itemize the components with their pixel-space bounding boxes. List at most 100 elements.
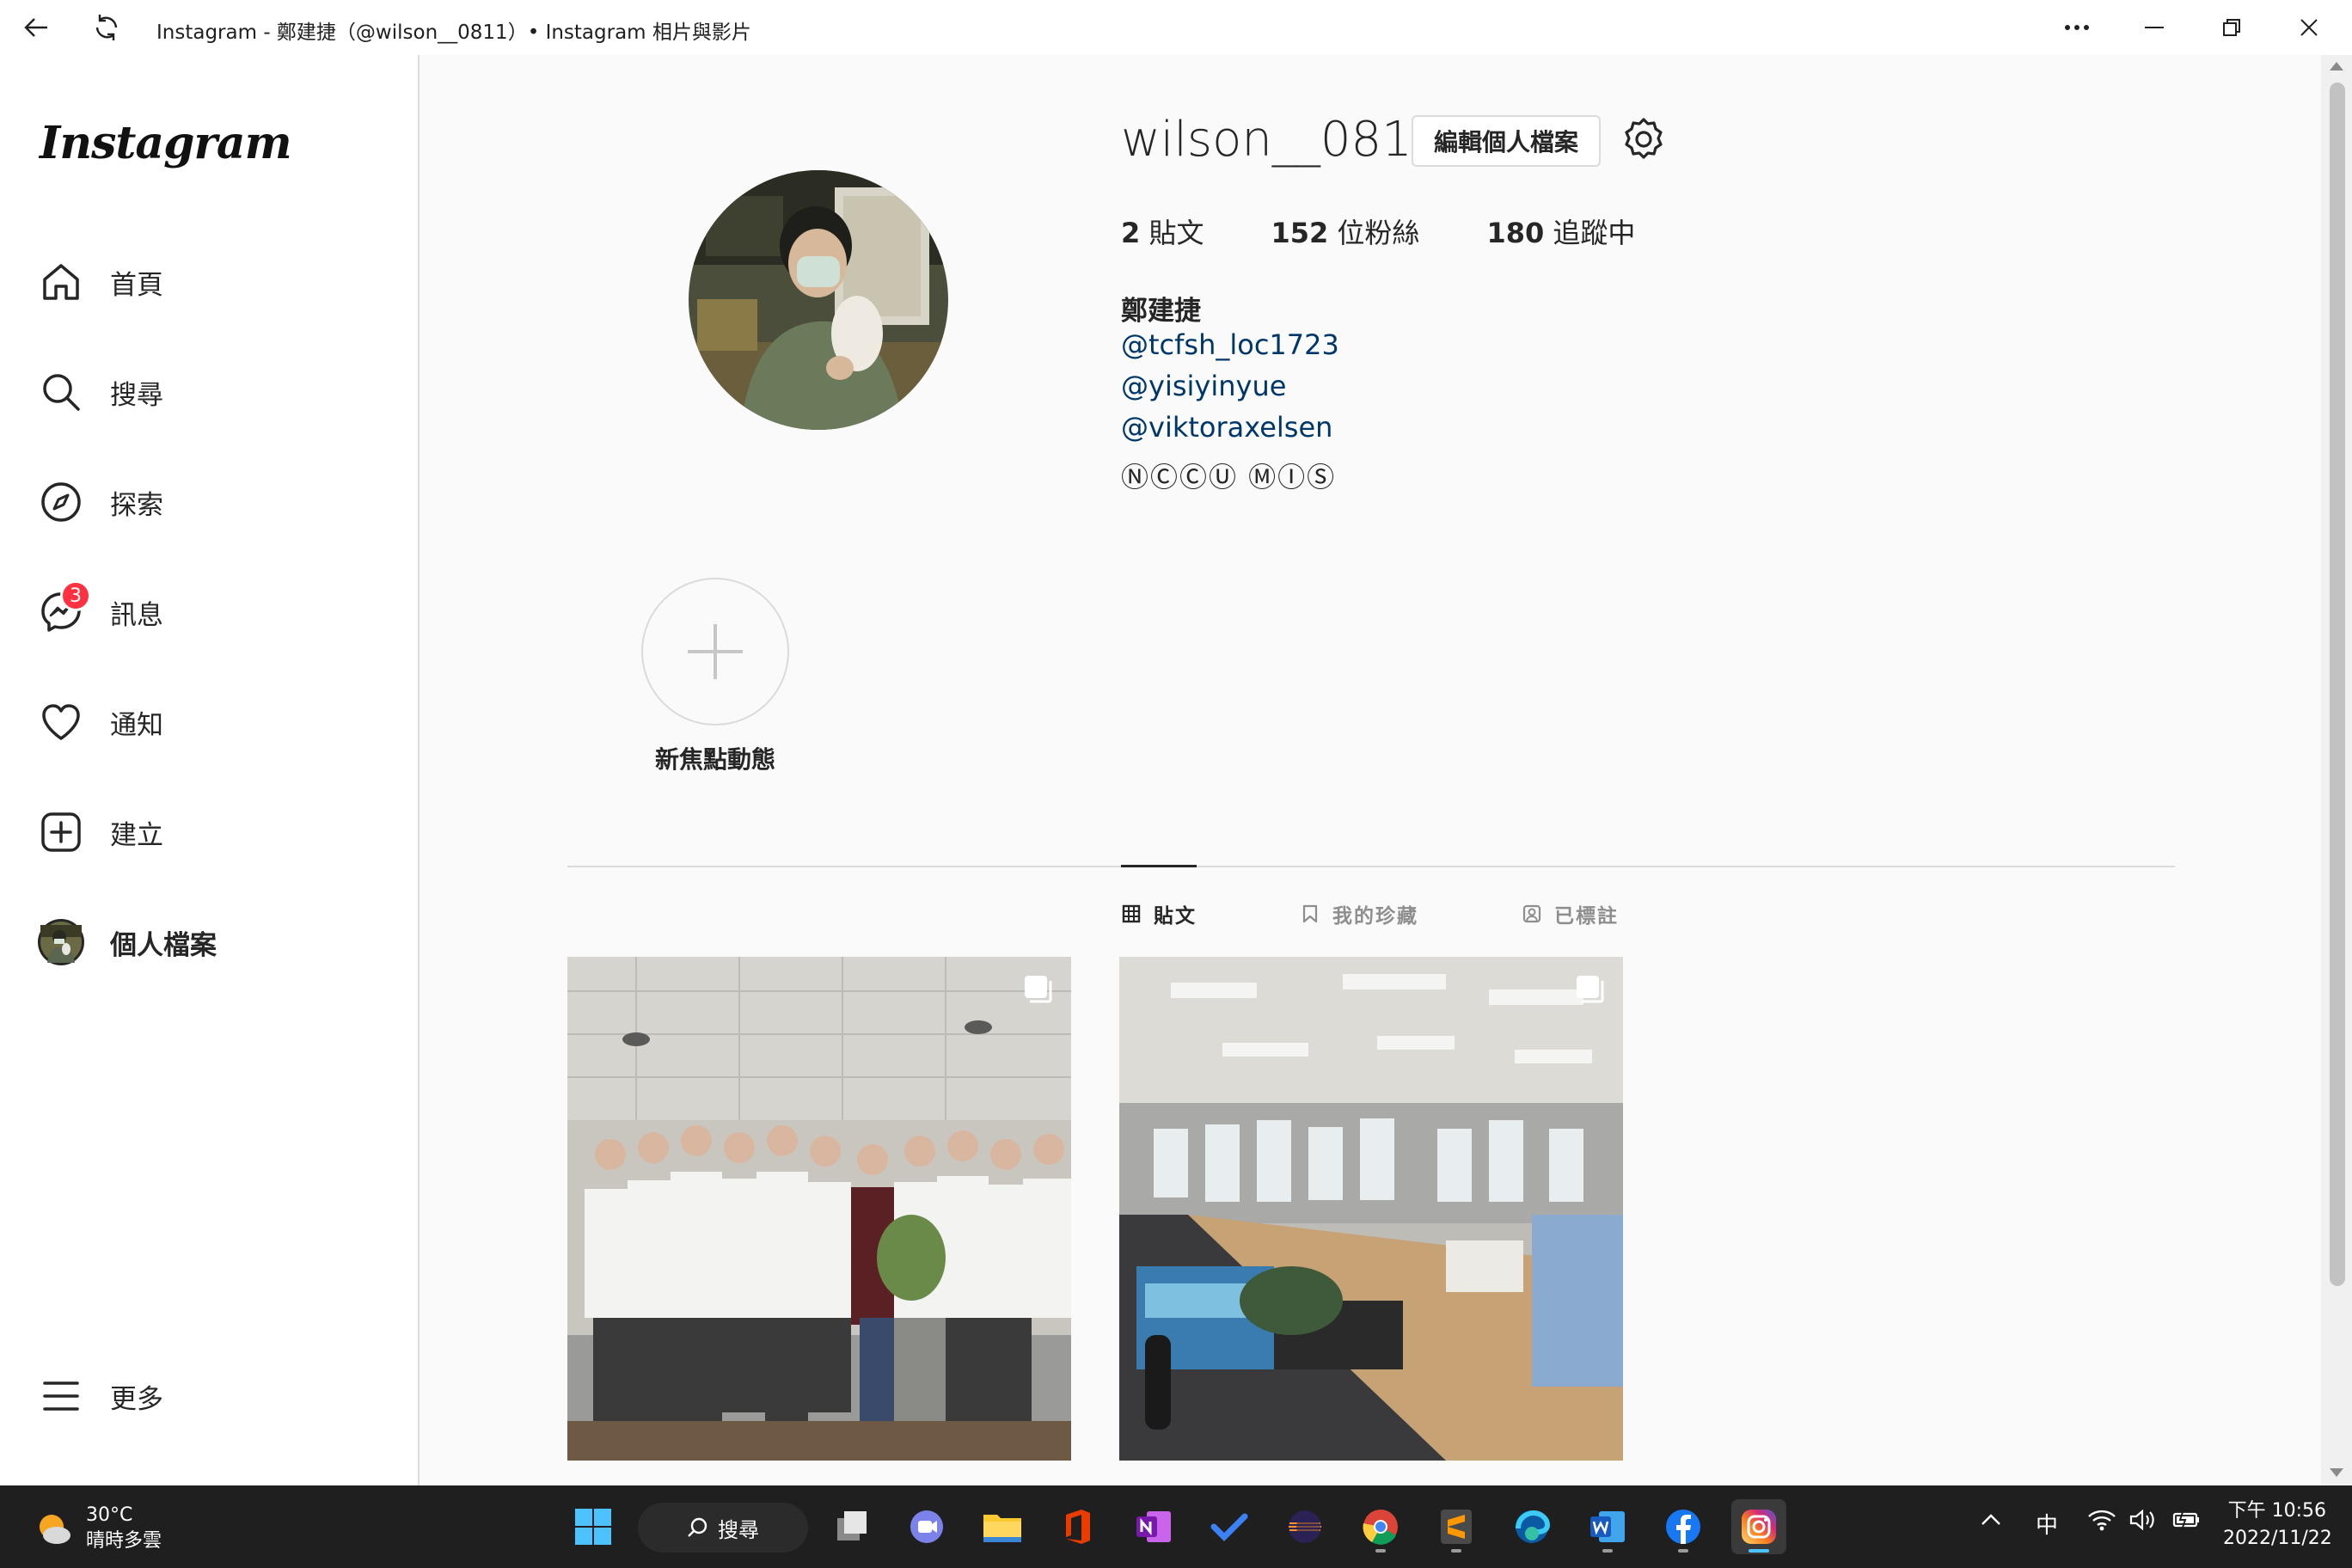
sublime-text-icon[interactable]	[1429, 1499, 1484, 1554]
bookmark-icon	[1300, 903, 1320, 924]
more-options-icon[interactable]	[2049, 7, 2104, 48]
nav-item-explore[interactable]: 探索	[36, 468, 380, 536]
search-icon	[36, 367, 86, 417]
nav-item-more[interactable]: 更多	[36, 1362, 380, 1430]
chrome-icon[interactable]	[1353, 1499, 1408, 1554]
restore-icon[interactable]	[2204, 7, 2259, 48]
tagged-icon	[1522, 903, 1542, 924]
nav-label-notifications: 通知	[110, 709, 163, 741]
input-method-indicator[interactable]: 中	[2036, 1508, 2058, 1540]
eclipse-icon[interactable]	[1277, 1499, 1332, 1554]
nav-item-notifications[interactable]: 通知	[36, 688, 380, 756]
stat-following[interactable]: 180 追蹤中	[1486, 211, 1635, 251]
clock-time: 下午 10:56	[2227, 1500, 2326, 1522]
windows-icon	[575, 1509, 611, 1545]
multiple-images-icon	[1575, 974, 1606, 1005]
scroll-up-arrow-icon[interactable]	[2330, 62, 2343, 70]
bio-link-1[interactable]: @tcfsh_loc1723	[1121, 328, 1339, 361]
stat-followers[interactable]: 152 位粉絲	[1271, 211, 1419, 251]
bio-link-3[interactable]: @viktoraxelsen	[1121, 411, 1332, 444]
weather-desc: 晴時多雲	[86, 1530, 162, 1552]
active-indicator	[1749, 1549, 1769, 1553]
post-thumbnail[interactable]	[567, 957, 1071, 1461]
volume-icon[interactable]	[2128, 1508, 2156, 1538]
profile-full-name: 鄭建捷	[1121, 296, 1201, 327]
running-indicator	[1375, 1549, 1386, 1553]
profile-stats: 2 貼文 152 位粉絲 180 追蹤中	[1121, 211, 1702, 251]
teams-chat-icon[interactable]	[899, 1499, 954, 1554]
running-indicator	[1451, 1549, 1461, 1553]
nav-item-create[interactable]: 建立	[36, 798, 380, 867]
plus-icon	[688, 624, 743, 679]
nav-label-home: 首頁	[110, 269, 163, 301]
task-view-icon[interactable]	[825, 1499, 880, 1554]
sidebar: Instagram 首頁 搜尋 探索 3 訊息 通知 建立 個人檔案 更多	[0, 55, 420, 1485]
battery-icon[interactable]	[2171, 1508, 2202, 1538]
window-titlebar: Instagram - 鄭建捷（@wilson__0811）• Instagra…	[0, 0, 2352, 55]
profile-avatar[interactable]	[689, 170, 948, 430]
running-indicator	[1678, 1549, 1688, 1553]
nav-item-search[interactable]: 搜尋	[36, 358, 380, 426]
refresh-icon[interactable]	[89, 10, 124, 45]
messenger-icon: 3	[36, 580, 91, 637]
nav-label-more: 更多	[110, 1383, 163, 1415]
wifi-icon[interactable]	[2087, 1508, 2116, 1538]
word-icon[interactable]	[1580, 1499, 1635, 1554]
nav-item-profile[interactable]: 個人檔案	[36, 908, 380, 977]
back-arrow-icon[interactable]	[19, 10, 53, 45]
tab-tagged[interactable]: 已標註	[1522, 899, 1619, 928]
active-tab-indicator	[1121, 865, 1197, 867]
tab-posts[interactable]: 貼文	[1121, 899, 1197, 928]
tab-saved[interactable]: 我的珍藏	[1300, 899, 1418, 928]
weather-icon	[40, 1515, 70, 1544]
new-highlight-label: 新焦點動態	[654, 745, 775, 774]
home-icon	[36, 257, 86, 307]
multiple-images-icon	[1023, 974, 1054, 1005]
settings-gear-icon[interactable]	[1621, 117, 1666, 162]
running-indicator	[1602, 1549, 1613, 1553]
minimize-icon[interactable]	[2127, 7, 2182, 48]
close-icon[interactable]	[2282, 7, 2337, 48]
stat-posts: 2 貼文	[1121, 217, 1204, 249]
avatar	[36, 917, 86, 967]
weather-widget[interactable]: 30°C 晴時多雲	[33, 1503, 162, 1554]
message-count-badge: 3	[60, 580, 91, 611]
edit-profile-button[interactable]: 編輯個人檔案	[1412, 115, 1601, 167]
grid-icon	[1121, 903, 1142, 924]
scroll-down-arrow-icon[interactable]	[2330, 1468, 2343, 1477]
bio-link-2[interactable]: @yisiyinyue	[1121, 370, 1286, 402]
plus-square-icon	[36, 807, 86, 857]
system-clock[interactable]: 下午 10:56 2022/11/22	[2223, 1498, 2332, 1553]
window-title: Instagram - 鄭建捷（@wilson__0811）• Instagra…	[156, 21, 751, 44]
nav-label-explore: 探索	[110, 489, 163, 521]
instagram-logo[interactable]: Instagram	[40, 117, 292, 169]
chevron-up-icon[interactable]	[1979, 1508, 2003, 1538]
vertical-scrollbar[interactable]	[2321, 55, 2352, 1485]
compass-icon	[36, 477, 86, 527]
facebook-icon[interactable]	[1656, 1499, 1711, 1554]
nav-label-search: 搜尋	[110, 379, 163, 411]
nav-item-home[interactable]: 首頁	[36, 248, 380, 316]
taskbar-search[interactable]: 搜尋	[638, 1503, 808, 1553]
menu-icon	[36, 1371, 86, 1421]
office-icon[interactable]	[1050, 1499, 1106, 1554]
start-button[interactable]	[566, 1499, 621, 1554]
new-highlight-button[interactable]	[641, 578, 789, 726]
edge-icon[interactable]	[1504, 1499, 1559, 1554]
todo-icon[interactable]	[1202, 1499, 1257, 1554]
clock-date: 2022/11/22	[2223, 1528, 2332, 1549]
scrollbar-thumb[interactable]	[2330, 83, 2345, 1286]
nav-item-messages[interactable]: 3 訊息	[36, 578, 380, 646]
nav-label-messages: 訊息	[110, 599, 163, 631]
weather-temp: 30°C	[86, 1504, 133, 1526]
heart-icon	[36, 697, 86, 747]
tabs-divider	[567, 866, 2175, 867]
file-explorer-icon[interactable]	[975, 1499, 1030, 1554]
bio-text: ⓃⒸⒸⓊ ⓂⒾⓈ	[1121, 461, 1337, 493]
instagram-app-icon[interactable]	[1731, 1499, 1786, 1554]
onenote-icon[interactable]	[1126, 1499, 1181, 1554]
search-icon	[688, 1517, 707, 1537]
nav-label-create: 建立	[110, 819, 163, 851]
post-thumbnail[interactable]	[1119, 957, 1623, 1461]
profile-username: wilson__0811	[1121, 112, 1443, 168]
